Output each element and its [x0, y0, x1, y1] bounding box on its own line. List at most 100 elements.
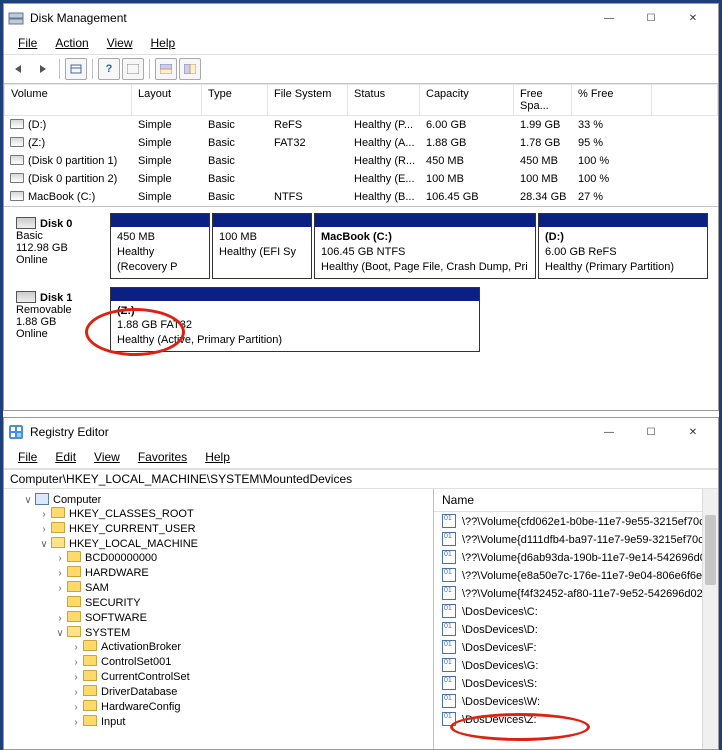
reg-menu-file[interactable]: File	[10, 448, 45, 466]
volume-row[interactable]: (D:)SimpleBasicReFSHealthy (P...6.00 GB1…	[4, 116, 718, 134]
tree-computer[interactable]: ∨Computer ›HKEY_CLASSES_ROOT ›HKEY_CURRE…	[22, 492, 431, 732]
partition[interactable]: (D:)6.00 GB ReFSHealthy (Primary Partiti…	[538, 213, 708, 279]
registry-value-row[interactable]: \??\Volume{d111dfb4-ba97-11e7-9e59-3215e…	[434, 530, 718, 548]
binary-value-icon	[442, 694, 456, 708]
registry-value-row[interactable]: \??\Volume{cfd062e1-b0be-11e7-9e55-3215e…	[434, 512, 718, 530]
partition[interactable]: (Z:)1.88 GB FAT32Healthy (Active, Primar…	[110, 287, 480, 353]
registry-value-row[interactable]: \DosDevices\Z:	[434, 710, 718, 728]
registry-editor-icon	[8, 424, 24, 440]
reg-menu-edit[interactable]: Edit	[47, 448, 84, 466]
binary-value-icon	[442, 604, 456, 618]
forward-button[interactable]	[32, 58, 54, 80]
tree-system[interactable]: ∨SYSTEM ›ActivationBroker ›ControlSet001…	[54, 625, 431, 730]
disk-icon	[16, 217, 36, 229]
tree-security[interactable]: SECURITY	[54, 595, 431, 610]
toolbar-btn-1[interactable]	[65, 58, 87, 80]
volume-row[interactable]: (Disk 0 partition 2)SimpleBasicHealthy (…	[4, 170, 718, 188]
tree-hkcr[interactable]: ›HKEY_CLASSES_ROOT	[38, 506, 431, 521]
partition[interactable]: 100 MBHealthy (EFI Sy	[212, 213, 312, 279]
binary-value-icon	[442, 658, 456, 672]
dm-title: Disk Management	[30, 11, 588, 25]
maximize-button[interactable]: ☐	[630, 4, 672, 32]
disk-label[interactable]: Disk 1Removable1.88 GBOnline	[10, 287, 110, 353]
tree-hklm[interactable]: ∨HKEY_LOCAL_MACHINE ›BCD00000000 ›HARDWA…	[38, 536, 431, 731]
partition[interactable]: MacBook (C:)106.45 GB NTFSHealthy (Boot,…	[314, 213, 536, 279]
reg-minimize-button[interactable]: —	[588, 418, 630, 446]
volume-row[interactable]: (Disk 0 partition 1)SimpleBasicHealthy (…	[4, 152, 718, 170]
binary-value-icon	[442, 640, 456, 654]
registry-value-row[interactable]: \DosDevices\C:	[434, 602, 718, 620]
values-scrollbar[interactable]	[702, 489, 718, 749]
minimize-button[interactable]: —	[588, 4, 630, 32]
volume-icon	[10, 119, 24, 129]
back-button[interactable]	[8, 58, 30, 80]
reg-titlebar[interactable]: Registry Editor — ☐ ✕	[4, 418, 718, 446]
tree-hardware[interactable]: ›HARDWARE	[54, 565, 431, 580]
menu-action[interactable]: Action	[47, 34, 96, 52]
binary-value-icon	[442, 712, 456, 726]
reg-menu-view[interactable]: View	[86, 448, 128, 466]
binary-value-icon	[442, 568, 456, 582]
reg-maximize-button[interactable]: ☐	[630, 418, 672, 446]
volume-row[interactable]: MacBook (C:)SimpleBasicNTFSHealthy (B...…	[4, 188, 718, 206]
binary-value-icon	[442, 676, 456, 690]
volume-icon	[10, 155, 24, 165]
registry-tree[interactable]: ∨Computer ›HKEY_CLASSES_ROOT ›HKEY_CURRE…	[4, 489, 434, 749]
reg-menubar: File Edit View Favorites Help	[4, 446, 718, 469]
toolbar-btn-4[interactable]	[179, 58, 201, 80]
reg-close-button[interactable]: ✕	[672, 418, 714, 446]
tree-input[interactable]: ›Input	[70, 714, 431, 729]
tree-activationbroker[interactable]: ›ActivationBroker	[70, 639, 431, 654]
binary-value-icon	[442, 586, 456, 600]
tree-bcd[interactable]: ›BCD00000000	[54, 550, 431, 565]
registry-value-row[interactable]: \DosDevices\G:	[434, 656, 718, 674]
volume-icon	[10, 191, 24, 201]
registry-editor-window: Registry Editor — ☐ ✕ File Edit View Fav…	[3, 417, 719, 750]
volume-row[interactable]: (Z:)SimpleBasicFAT32Healthy (A...1.88 GB…	[4, 134, 718, 152]
address-bar[interactable]: Computer\HKEY_LOCAL_MACHINE\SYSTEM\Mount…	[4, 469, 718, 489]
registry-value-row[interactable]: \DosDevices\S:	[434, 674, 718, 692]
dm-titlebar[interactable]: Disk Management — ☐ ✕	[4, 4, 718, 32]
reg-title: Registry Editor	[30, 425, 588, 439]
registry-value-row[interactable]: \??\Volume{f4f32452-af80-11e7-9e52-54269…	[434, 584, 718, 602]
menu-help[interactable]: Help	[143, 34, 184, 52]
registry-value-row[interactable]: \DosDevices\F:	[434, 638, 718, 656]
binary-value-icon	[442, 514, 456, 528]
disk-icon	[16, 291, 36, 303]
reg-menu-help[interactable]: Help	[197, 448, 238, 466]
disk-label[interactable]: Disk 0Basic112.98 GBOnline	[10, 213, 110, 279]
binary-value-icon	[442, 532, 456, 546]
partition[interactable]: 450 MBHealthy (Recovery P	[110, 213, 210, 279]
tree-software[interactable]: ›SOFTWARE	[54, 610, 431, 625]
disk-row: Disk 1Removable1.88 GBOnline(Z:)1.88 GB …	[10, 287, 712, 353]
registry-value-row[interactable]: \DosDevices\D:	[434, 620, 718, 638]
tree-driverdatabase[interactable]: ›DriverDatabase	[70, 684, 431, 699]
tree-hardwareconfig[interactable]: ›HardwareConfig	[70, 699, 431, 714]
binary-value-icon	[442, 550, 456, 564]
help-toolbar-button[interactable]: ?	[98, 58, 120, 80]
tree-currentcontrolset[interactable]: ›CurrentControlSet	[70, 669, 431, 684]
tree-controlset001[interactable]: ›ControlSet001	[70, 654, 431, 669]
tree-hkcu[interactable]: ›HKEY_CURRENT_USER	[38, 521, 431, 536]
toolbar-btn-3[interactable]	[155, 58, 177, 80]
close-button[interactable]: ✕	[672, 4, 714, 32]
registry-values-pane[interactable]: Name \??\Volume{cfd062e1-b0be-11e7-9e55-…	[434, 489, 718, 749]
menu-view[interactable]: View	[99, 34, 141, 52]
volume-icon	[10, 173, 24, 183]
disk-layout-area: Disk 0Basic112.98 GBOnline450 MBHealthy …	[4, 206, 718, 366]
menu-file[interactable]: File	[10, 34, 45, 52]
registry-value-row[interactable]: \??\Volume{d6ab93da-190b-11e7-9e14-54269…	[434, 548, 718, 566]
toolbar-btn-2[interactable]	[122, 58, 144, 80]
registry-value-row[interactable]: \??\Volume{e8a50e7c-176e-11e7-9e04-806e6…	[434, 566, 718, 584]
volume-table-header[interactable]: Volume Layout Type File System Status Ca…	[4, 84, 718, 116]
binary-value-icon	[442, 622, 456, 636]
volume-table: Volume Layout Type File System Status Ca…	[4, 84, 718, 206]
registry-value-row[interactable]: \DosDevices\W:	[434, 692, 718, 710]
name-column-header[interactable]: Name	[434, 489, 718, 512]
disk-row: Disk 0Basic112.98 GBOnline450 MBHealthy …	[10, 213, 712, 279]
volume-icon	[10, 137, 24, 147]
disk-management-window: Disk Management — ☐ ✕ File Action View H…	[3, 3, 719, 411]
dm-menubar: File Action View Help	[4, 32, 718, 55]
tree-sam[interactable]: ›SAM	[54, 580, 431, 595]
reg-menu-favorites[interactable]: Favorites	[130, 448, 195, 466]
